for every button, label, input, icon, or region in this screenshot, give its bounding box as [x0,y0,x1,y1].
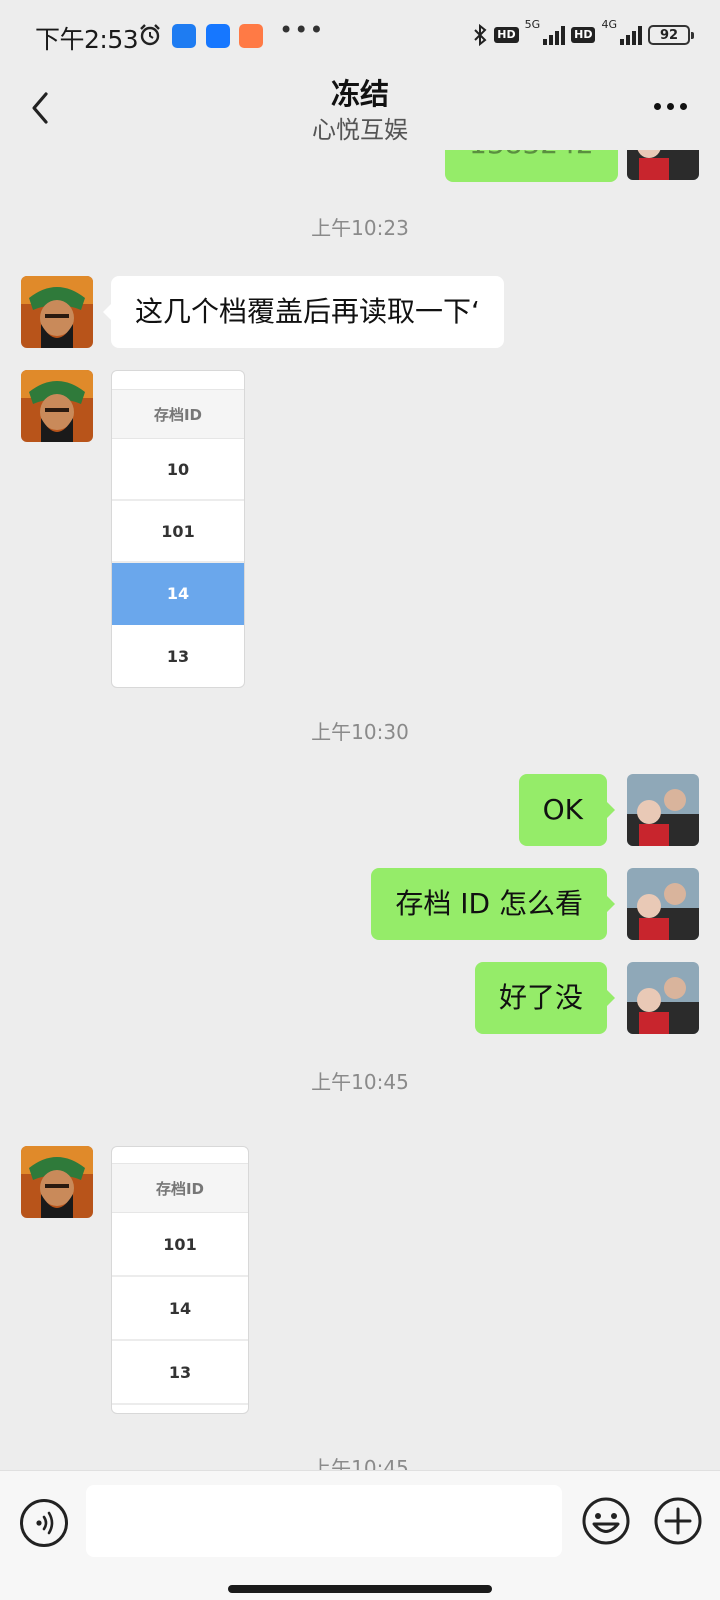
hd-badge-2: HD [571,27,596,43]
contact-avatar[interactable] [21,1146,93,1218]
alarm-icon [140,24,160,46]
message-bubble[interactable]: 这几个档覆盖后再读取一下‘ [103,276,504,348]
image-message-save-ids-2[interactable]: 存档ID 101 14 13 [111,1146,249,1414]
table-row: 101 [112,501,244,563]
voice-icon [36,1511,54,1535]
message-text: 1383242 [469,150,594,160]
my-avatar[interactable] [627,150,699,180]
table-header: 存档ID [112,1163,248,1213]
table-row: 10 [112,439,244,501]
message-text: 好了没 [498,981,583,1014]
message-text: 存档 ID 怎么看 [395,887,583,920]
message-bubble[interactable]: OK [518,774,616,846]
message-text: 这几个档覆盖后再读取一下‘ [135,295,480,328]
battery-icon: 92 [648,25,694,45]
table-top-spacer [112,1147,248,1163]
signal-4g-icon [620,25,642,45]
table-row: 13 [166,646,190,666]
alipay-icon [206,24,230,48]
chat-title: 冻结 [330,77,389,111]
table-header: 存档ID [112,389,244,439]
contact-avatar[interactable] [21,370,93,442]
timestamp: 上午10:23 [311,216,409,240]
network-4g-label: 4G [601,18,617,31]
message-text: OK [542,793,583,826]
emoji-button[interactable] [580,1495,632,1547]
network-5g-label: 5G [524,18,541,31]
table-row: 14 [112,1277,248,1341]
timestamp-partial: 上午10:45 [311,1456,409,1470]
chat-message-list[interactable]: 1383242 上午10:23 这几个档覆盖后再读取一下‘ 存档ID 10 10… [0,150,720,1470]
image-message-save-ids[interactable]: 存档ID 10 101 14 13 [111,370,245,688]
chat-input-bar [0,1470,720,1600]
app-notification-icon [172,24,196,48]
shopping-app-icon [239,24,263,48]
table-row: 101 [112,1213,248,1277]
chat-header: 冻结 心悦互娱 [0,70,720,150]
home-indicator[interactable] [228,1585,492,1593]
status-right-group: HD 5G HD 4G 92 [472,18,694,50]
table-row: 13 [112,1341,248,1405]
bluetooth-icon [474,23,487,47]
message-bubble-partial[interactable]: 1383242 [445,150,618,182]
table-top-spacer [112,371,244,389]
my-avatar[interactable] [627,774,699,846]
more-options-button[interactable] [654,94,694,118]
hd-badge: HD [494,27,519,43]
more-functions-button[interactable] [652,1495,704,1547]
message-input[interactable] [86,1485,562,1557]
timestamp: 上午10:30 [311,720,409,744]
my-avatar[interactable] [627,868,699,940]
voice-input-button[interactable] [20,1499,68,1547]
message-bubble[interactable]: 存档 ID 怎么看 [371,868,615,940]
status-time: 下午2:53 [35,25,139,54]
timestamp: 上午10:45 [311,1070,409,1094]
my-avatar[interactable] [627,962,699,1034]
chat-subtitle: 心悦互娱 [312,116,408,144]
contact-avatar[interactable] [21,276,93,348]
more-notifications-icon: ••• [279,16,325,44]
message-bubble[interactable]: 好了没 [474,962,616,1034]
status-bar: 下午2:53 ••• HD 5G HD 4G 92 [0,0,720,70]
signal-5g-icon [543,25,566,45]
table-row-selected: 14 [112,563,244,625]
